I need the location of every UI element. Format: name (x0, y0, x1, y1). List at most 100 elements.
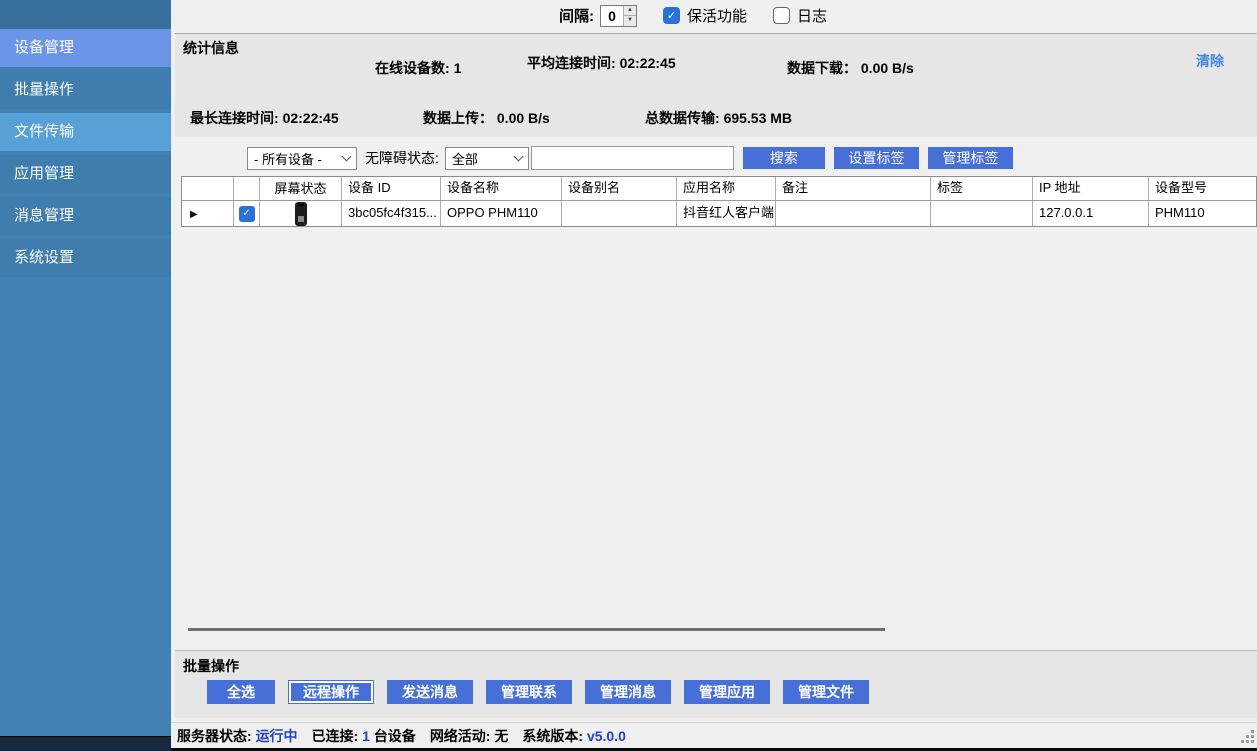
top-toolbar: 间隔: 0 ▲ ▼ ✓ 保活功能 日志 (171, 0, 1257, 31)
table-row[interactable]: ▶ ✓ 3bc05fc4f315... OPPO PHM110 抖音红人客户端 … (182, 201, 1256, 226)
device-table: 屏幕状态 设备 ID 设备名称 设备别名 应用名称 备注 标签 IP 地址 设备… (181, 176, 1257, 227)
connected-label: 已连接: (312, 728, 359, 744)
select-all-button[interactable]: 全选 (207, 680, 275, 704)
accessibility-filter-label: 无障碍状态: (365, 148, 439, 168)
spinner-buttons: ▲ ▼ (623, 6, 636, 26)
stat-total-value: 695.53 MB (724, 110, 792, 126)
col-app-name: 应用名称 (677, 177, 776, 200)
log-label: 日志 (797, 5, 827, 26)
col-checkbox (234, 177, 260, 200)
manage-messages-button[interactable]: 管理消息 (585, 680, 671, 704)
stat-total-transfer: 总数据传输: 695.53 MB (645, 108, 792, 128)
sidebar-item-batch-operations[interactable]: 批量操作 (0, 71, 171, 109)
row-device-id: 3bc05fc4f315... (342, 201, 441, 226)
col-ip-address: IP 地址 (1033, 177, 1149, 200)
network-activity-label: 网络活动: (430, 728, 491, 744)
sidebar-item-file-transfer[interactable]: 文件传输 (0, 113, 171, 151)
keepalive-label: 保活功能 (687, 5, 747, 26)
stat-total-label: 总数据传输: (645, 110, 720, 126)
row-checkbox-cell: ✓ (234, 201, 260, 226)
search-button[interactable]: 搜索 (743, 147, 825, 169)
filter-row: - 所有设备 - 无障碍状态: 全部 搜索 设置标签 管理标签 (171, 144, 1257, 172)
row-checkbox[interactable]: ✓ (239, 206, 255, 222)
col-tag: 标签 (931, 177, 1033, 200)
stat-avg-label: 平均连接时间: (527, 55, 616, 71)
sidebar-item-system-settings[interactable]: 系统设置 (0, 239, 171, 277)
stat-longest-connect-time: 最长连接时间: 02:22:45 (190, 108, 339, 128)
stat-longest-label: 最长连接时间: (190, 110, 279, 126)
clear-stats-link[interactable]: 清除 (1196, 51, 1224, 71)
stat-online-label: 在线设备数: (375, 60, 450, 76)
manage-apps-button[interactable]: 管理应用 (684, 680, 770, 704)
row-remark (776, 201, 931, 226)
stat-longest-value: 02:22:45 (283, 110, 339, 126)
statistics-panel: 统计信息 在线设备数: 1 平均连接时间: 02:22:45 数据下载： 0.0… (175, 33, 1257, 137)
server-status-segment: 服务器状态: 运行中 (177, 726, 298, 746)
app-window: 设备管理 批量操作 文件传输 应用管理 消息管理 系统设置 间隔: 0 ▲ ▼ … (0, 0, 1257, 751)
stat-upload-label: 数据上传： (423, 110, 493, 126)
keepalive-checkbox[interactable]: ✓ (663, 7, 680, 24)
row-screen-status-cell[interactable] (260, 201, 342, 226)
system-version-segment: 系统版本: v5.0.0 (522, 726, 626, 746)
expander-arrow-icon[interactable]: ▶ (190, 209, 198, 220)
interval-spinner[interactable]: 0 ▲ ▼ (600, 5, 637, 27)
stat-online-value: 1 (454, 60, 462, 76)
manage-tag-button[interactable]: 管理标签 (928, 147, 1013, 169)
row-device-name: OPPO PHM110 (441, 201, 562, 226)
sidebar-item-app-management[interactable]: 应用管理 (0, 155, 171, 193)
phone-screen-icon[interactable] (295, 202, 307, 226)
accessibility-filter-value: 全部 (452, 149, 478, 168)
stat-upload-value: 0.00 B/s (497, 110, 550, 126)
spinner-down-icon[interactable]: ▼ (624, 15, 636, 26)
chevron-down-icon (513, 151, 523, 161)
col-expander (182, 177, 234, 200)
stat-download-label: 数据下载： (787, 60, 857, 76)
batch-operations-title: 批量操作 (183, 656, 239, 676)
connected-unit: 台设备 (374, 728, 416, 744)
col-device-name: 设备名称 (441, 177, 562, 200)
sidebar: 设备管理 批量操作 文件传输 应用管理 消息管理 系统设置 (0, 0, 171, 737)
stat-avg-value: 02:22:45 (620, 55, 676, 71)
system-version-label: 系统版本: (522, 728, 583, 744)
set-tag-button[interactable]: 设置标签 (834, 147, 919, 169)
device-filter-select[interactable]: - 所有设备 - (247, 147, 357, 170)
device-filter-value: - 所有设备 - (254, 149, 322, 168)
row-tag (931, 201, 1033, 226)
batch-buttons-row: 全选 远程操作 发送消息 管理联系 管理消息 管理应用 管理文件 (207, 680, 882, 704)
col-device-model: 设备型号 (1149, 177, 1256, 200)
col-screen-status: 屏幕状态 (260, 177, 342, 200)
sidebar-item-device-management[interactable]: 设备管理 (0, 29, 171, 67)
horizontal-scrollbar-thumb[interactable] (188, 628, 885, 631)
row-device-alias (562, 201, 677, 226)
statistics-title: 统计信息 (183, 38, 239, 58)
server-status-value: 运行中 (256, 728, 298, 744)
row-app-name: 抖音红人客户端 (677, 201, 776, 226)
log-checkbox[interactable] (773, 7, 790, 24)
table-header-row: 屏幕状态 设备 ID 设备名称 设备别名 应用名称 备注 标签 IP 地址 设备… (182, 177, 1256, 201)
stat-download-value: 0.00 B/s (861, 60, 914, 76)
sidebar-top-strip (0, 0, 171, 29)
batch-operations-panel: 批量操作 全选 远程操作 发送消息 管理联系 管理消息 管理应用 管理文件 (175, 650, 1257, 718)
stat-avg-connect-time: 平均连接时间: 02:22:45 (527, 53, 676, 73)
manage-contacts-button[interactable]: 管理联系 (486, 680, 572, 704)
status-bar: 服务器状态: 运行中 已连接: 1 台设备 网络活动: 无 系统版本: v5.0… (171, 722, 1257, 748)
remote-operation-button[interactable]: 远程操作 (288, 680, 374, 704)
network-activity-value: 无 (494, 728, 508, 744)
stat-online-devices: 在线设备数: 1 (375, 58, 461, 78)
interval-value: 0 (601, 6, 623, 26)
manage-files-button[interactable]: 管理文件 (783, 680, 869, 704)
send-message-button[interactable]: 发送消息 (387, 680, 473, 704)
resize-grip-icon[interactable] (1242, 731, 1254, 743)
keepalive-checkbox-group[interactable]: ✓ 保活功能 (663, 5, 747, 26)
row-expander-cell[interactable]: ▶ (182, 201, 234, 226)
log-checkbox-group[interactable]: 日志 (773, 5, 827, 26)
accessibility-filter-select[interactable]: 全部 (445, 147, 529, 170)
stat-upload: 数据上传： 0.00 B/s (423, 108, 550, 128)
connected-segment: 已连接: 1 台设备 (312, 726, 416, 746)
row-device-model: PHM110 (1149, 201, 1256, 226)
search-input[interactable] (531, 146, 734, 170)
spinner-up-icon[interactable]: ▲ (624, 6, 636, 16)
chevron-down-icon (342, 151, 352, 161)
sidebar-item-message-management[interactable]: 消息管理 (0, 197, 171, 235)
row-ip-address: 127.0.0.1 (1033, 201, 1149, 226)
